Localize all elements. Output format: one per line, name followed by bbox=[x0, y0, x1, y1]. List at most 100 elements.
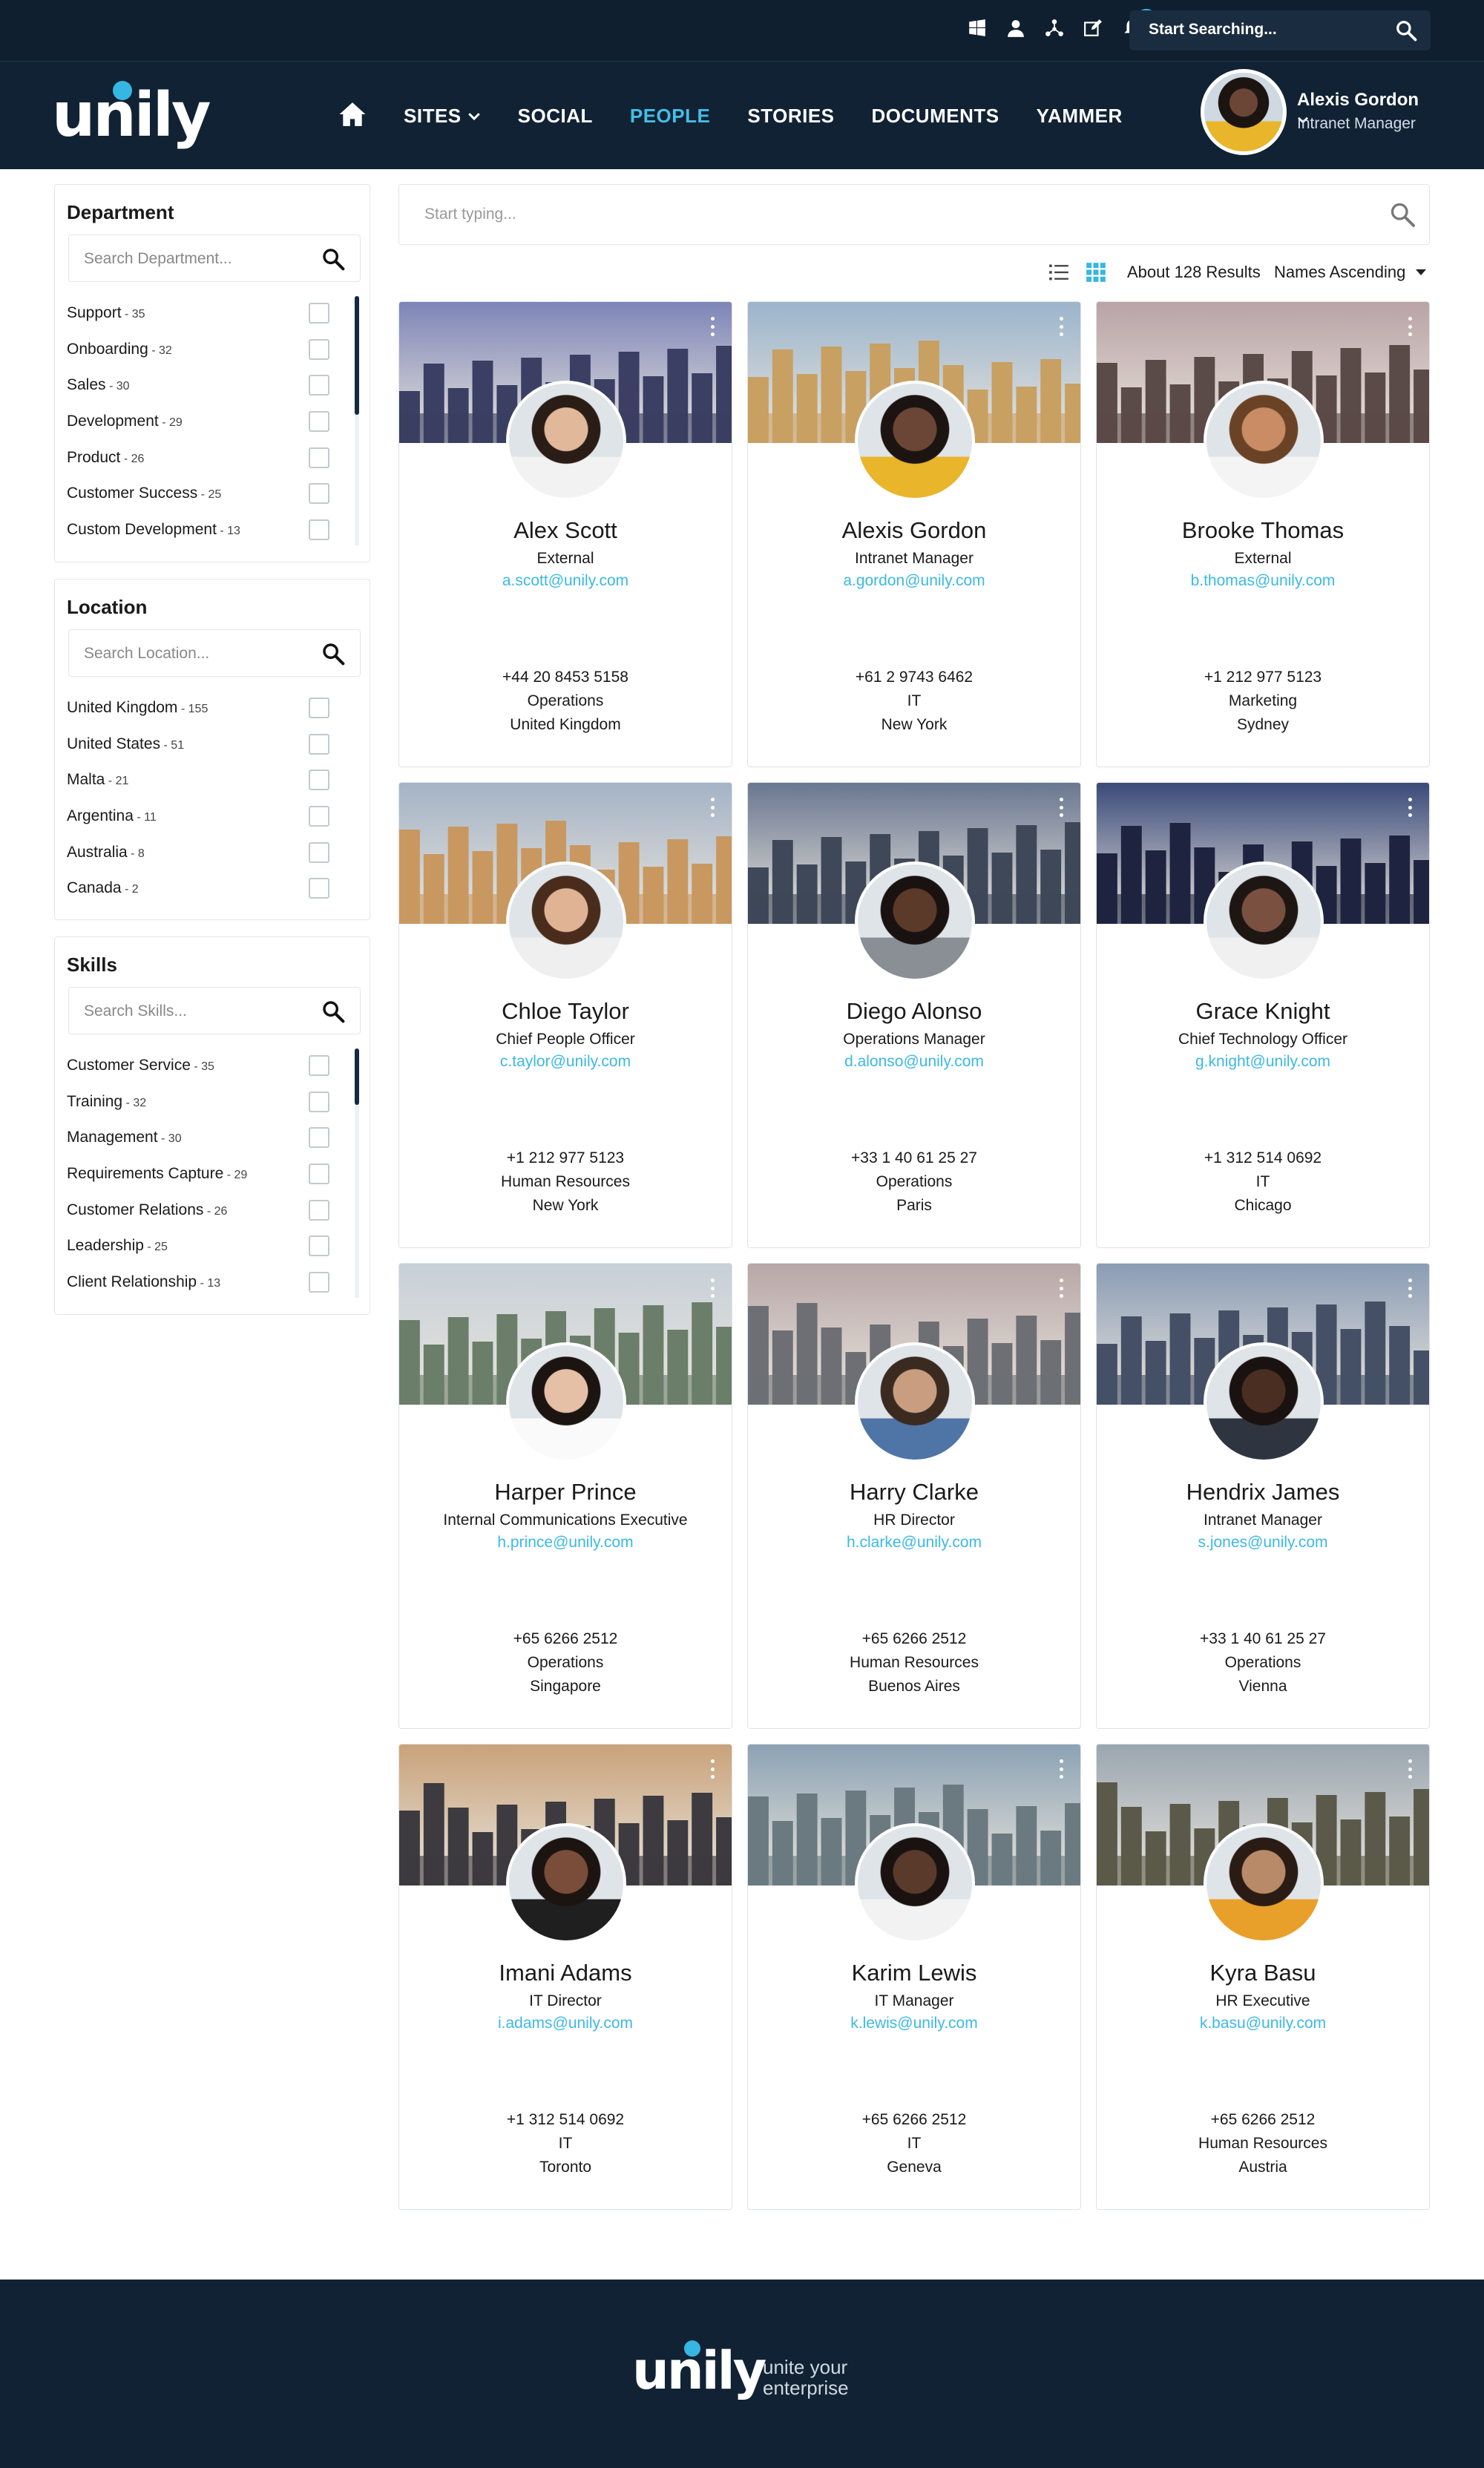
more-options-icon[interactable] bbox=[1408, 798, 1413, 817]
person-name[interactable]: Imani Adams bbox=[399, 1960, 732, 1986]
unily-logo[interactable]: unily bbox=[52, 81, 211, 146]
more-options-icon[interactable] bbox=[711, 1759, 715, 1779]
avatar[interactable] bbox=[1204, 861, 1324, 982]
person-name[interactable]: Grace Knight bbox=[1097, 998, 1429, 1025]
search-icon[interactable] bbox=[1395, 19, 1417, 42]
person-name[interactable]: Harper Prince bbox=[399, 1479, 732, 1506]
person-card[interactable]: Harper Prince Internal Communications Exe… bbox=[398, 1263, 732, 1729]
user-profile-menu[interactable]: Alexis Gordon Intranet Manager bbox=[1201, 69, 1423, 161]
filter-checkbox[interactable] bbox=[309, 411, 329, 433]
skills-search-input[interactable]: Search Skills... bbox=[68, 987, 361, 1034]
location-search-input[interactable]: Search Location... bbox=[68, 629, 361, 677]
filter-option[interactable]: Malta - 21 bbox=[67, 762, 358, 798]
more-options-icon[interactable] bbox=[1060, 1759, 1064, 1779]
person-email-link[interactable]: h.clarke@unily.com bbox=[748, 1534, 1080, 1552]
filter-option[interactable]: United States - 51 bbox=[67, 726, 358, 763]
more-options-icon[interactable] bbox=[1408, 317, 1413, 336]
search-icon[interactable] bbox=[1389, 201, 1416, 228]
nav-item-social[interactable]: SOCIAL bbox=[518, 105, 593, 128]
filter-option[interactable]: Development - 29 bbox=[67, 404, 358, 440]
filter-option[interactable]: Support - 35 bbox=[67, 295, 358, 332]
list-view-icon[interactable] bbox=[1048, 262, 1069, 283]
filter-checkbox[interactable] bbox=[309, 375, 329, 396]
filter-checkbox[interactable] bbox=[309, 519, 329, 540]
filter-checkbox[interactable] bbox=[309, 1235, 329, 1257]
person-card[interactable]: Hendrix James Intranet Manager s.jones@uni… bbox=[1096, 1263, 1430, 1729]
avatar[interactable] bbox=[1204, 1342, 1324, 1463]
person-email-link[interactable]: a.gordon@unily.com bbox=[748, 572, 1080, 590]
people-search-input[interactable]: Start typing... bbox=[398, 184, 1430, 245]
person-card[interactable]: Karim Lewis IT Manager k.lewis@unily.com +6… bbox=[747, 1744, 1081, 2210]
more-options-icon[interactable] bbox=[1408, 1279, 1413, 1298]
person-card[interactable]: Alexis Gordon Intranet Manager a.gordon@un… bbox=[747, 301, 1081, 767]
search-icon[interactable] bbox=[321, 642, 345, 666]
person-name[interactable]: Chloe Taylor bbox=[399, 998, 732, 1025]
person-card[interactable]: Harry Clarke HR Director h.clarke@unily.co… bbox=[747, 1263, 1081, 1729]
nav-item-yammer[interactable]: YAMMER bbox=[1037, 105, 1123, 128]
filter-checkbox[interactable] bbox=[309, 1271, 329, 1293]
filter-checkbox[interactable] bbox=[309, 1164, 329, 1185]
person-card[interactable]: Brooke Thomas External b.thomas@unily.com +… bbox=[1096, 301, 1430, 767]
filter-checkbox[interactable] bbox=[309, 698, 329, 719]
filter-option[interactable]: Onboarding - 32 bbox=[67, 332, 358, 368]
windows-icon[interactable] bbox=[966, 13, 988, 43]
filter-option[interactable]: United Kingdom - 155 bbox=[67, 690, 358, 726]
person-email-link[interactable]: s.jones@unily.com bbox=[1097, 1534, 1429, 1552]
scrollbar[interactable] bbox=[355, 296, 359, 415]
filter-checkbox[interactable] bbox=[309, 806, 329, 827]
more-options-icon[interactable] bbox=[1060, 798, 1064, 817]
filter-option[interactable]: Management - 30 bbox=[67, 1120, 358, 1156]
person-card[interactable]: Grace Knight Chief Technology Officer g.kn… bbox=[1096, 782, 1430, 1248]
search-icon[interactable] bbox=[321, 1000, 345, 1023]
filter-option[interactable]: Customer Success - 25 bbox=[67, 476, 358, 512]
user-icon[interactable] bbox=[1005, 13, 1027, 43]
person-name[interactable]: Hendrix James bbox=[1097, 1479, 1429, 1506]
person-email-link[interactable]: h.prince@unily.com bbox=[399, 1534, 732, 1552]
person-email-link[interactable]: k.basu@unily.com bbox=[1097, 2015, 1429, 2032]
filter-option[interactable]: Client Relationship - 13 bbox=[67, 1264, 358, 1301]
grid-view-icon[interactable] bbox=[1086, 262, 1106, 283]
filter-option[interactable]: Product - 26 bbox=[67, 439, 358, 476]
person-name[interactable]: Alexis Gordon bbox=[748, 517, 1080, 544]
person-name[interactable]: Diego Alonso bbox=[748, 998, 1080, 1025]
nav-item-people[interactable]: PEOPLE bbox=[630, 105, 710, 128]
global-search-input[interactable]: Start Searching... bbox=[1129, 10, 1431, 50]
search-icon[interactable] bbox=[321, 247, 345, 271]
filter-checkbox[interactable] bbox=[309, 733, 329, 755]
filter-option[interactable]: Leadership - 25 bbox=[67, 1228, 358, 1264]
avatar[interactable] bbox=[855, 861, 975, 982]
person-card[interactable]: Kyra Basu HR Executive k.basu@unily.com +65… bbox=[1096, 1744, 1430, 2210]
more-options-icon[interactable] bbox=[1060, 1279, 1064, 1298]
filter-option[interactable]: Customer Relations - 26 bbox=[67, 1192, 358, 1228]
more-options-icon[interactable] bbox=[711, 798, 715, 817]
person-name[interactable]: Kyra Basu bbox=[1097, 1960, 1429, 1986]
scrollbar[interactable] bbox=[355, 1048, 359, 1105]
person-name[interactable]: Alex Scott bbox=[399, 517, 732, 544]
person-email-link[interactable]: k.lewis@unily.com bbox=[748, 2015, 1080, 2032]
footer-logo[interactable]: unily bbox=[632, 2340, 766, 2397]
more-options-icon[interactable] bbox=[711, 317, 715, 336]
person-email-link[interactable]: d.alonso@unily.com bbox=[748, 1053, 1080, 1071]
avatar[interactable] bbox=[506, 1823, 626, 1943]
filter-checkbox[interactable] bbox=[309, 1055, 329, 1077]
filter-option[interactable]: Argentina - 11 bbox=[67, 798, 358, 835]
person-card[interactable]: Alex Scott External a.scott@unily.com +44 2… bbox=[398, 301, 732, 767]
filter-checkbox[interactable] bbox=[309, 447, 329, 468]
person-card[interactable]: Chloe Taylor Chief People Officer c.taylor… bbox=[398, 782, 732, 1248]
person-email-link[interactable]: c.taylor@unily.com bbox=[399, 1053, 732, 1071]
filter-option[interactable]: Sales - 30 bbox=[67, 367, 358, 404]
sort-dropdown[interactable]: Names Ascending bbox=[1274, 263, 1427, 282]
person-email-link[interactable]: b.thomas@unily.com bbox=[1097, 572, 1429, 590]
filter-option[interactable]: Canada - 2 bbox=[67, 870, 358, 907]
filter-option[interactable]: Requirements Capture - 29 bbox=[67, 1156, 358, 1192]
avatar[interactable] bbox=[855, 1823, 975, 1943]
home-icon[interactable] bbox=[338, 100, 367, 132]
avatar[interactable] bbox=[506, 381, 626, 501]
person-card[interactable]: Diego Alonso Operations Manager d.alonso@u… bbox=[747, 782, 1081, 1248]
network-icon[interactable] bbox=[1043, 13, 1066, 43]
avatar[interactable] bbox=[1201, 69, 1287, 155]
person-email-link[interactable]: i.adams@unily.com bbox=[399, 2015, 732, 2032]
more-options-icon[interactable] bbox=[711, 1279, 715, 1298]
avatar[interactable] bbox=[506, 1342, 626, 1463]
filter-checkbox[interactable] bbox=[309, 878, 329, 899]
